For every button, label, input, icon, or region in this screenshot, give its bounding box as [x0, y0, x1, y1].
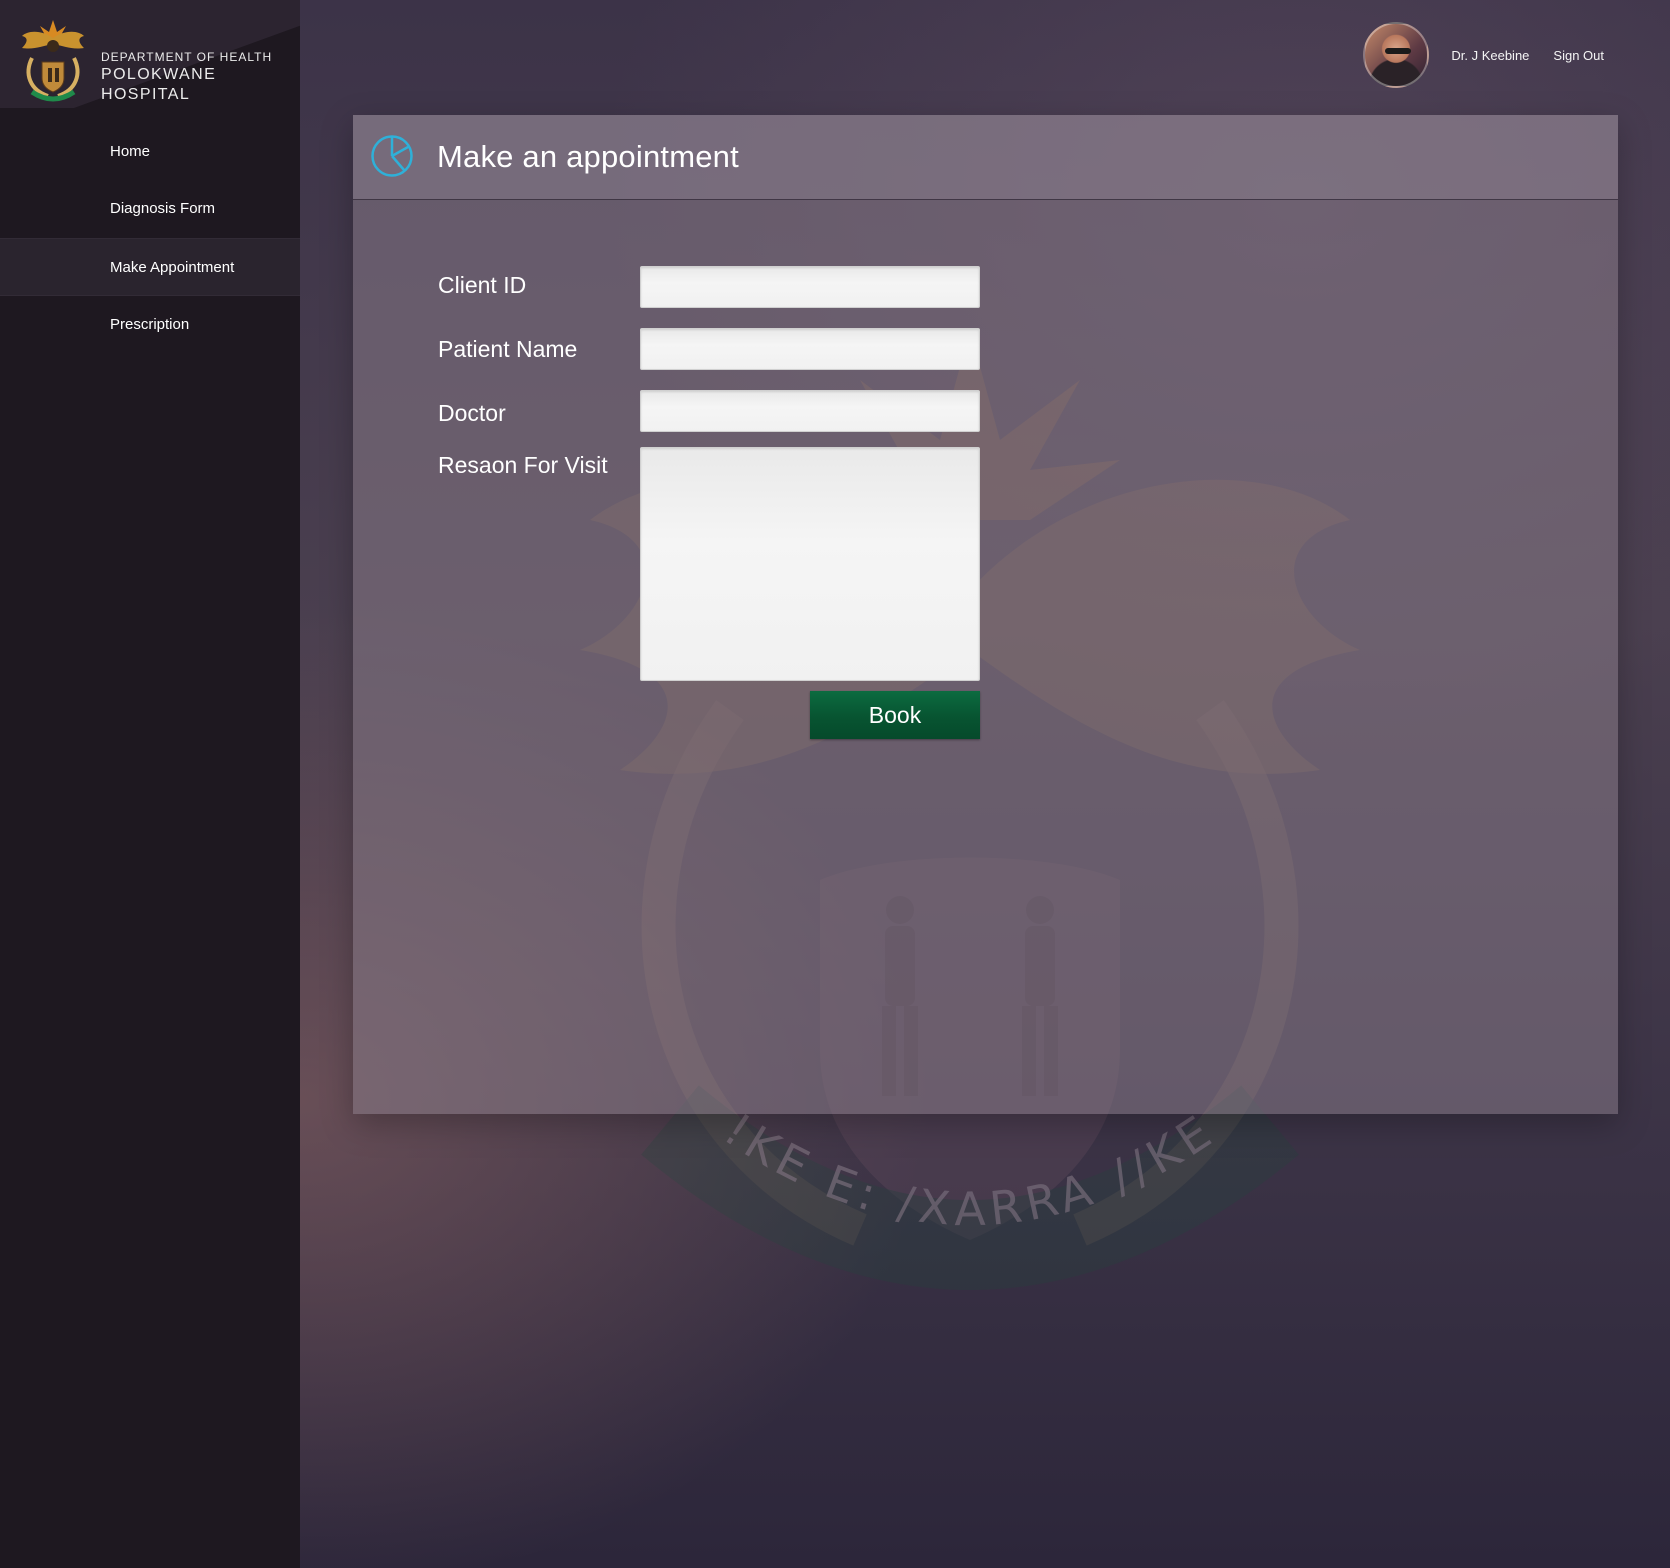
sidebar: Department of Health Polokwane Hospital … — [0, 0, 300, 1568]
panel-header: Make an appointment — [353, 115, 1618, 200]
sign-out-link[interactable]: Sign Out — [1553, 48, 1604, 63]
avatar-glasses — [1385, 48, 1412, 54]
client-id-label: Client ID — [438, 272, 527, 298]
doctor-input[interactable] — [640, 390, 980, 432]
appointment-panel: Make an appointment Client ID Patient Na… — [353, 115, 1618, 1114]
doctor-label: Doctor — [438, 400, 506, 426]
user-name: Dr. J Keebine — [1451, 47, 1530, 63]
book-button[interactable]: Book — [810, 691, 980, 739]
brand: Department of Health Polokwane Hospital — [0, 0, 300, 108]
hospital-name: Polokwane Hospital — [101, 66, 217, 103]
user-area: Dr. J Keebine Sign Out — [1363, 22, 1604, 88]
reason-for-visit-label: Resaon For Visit — [438, 452, 608, 478]
patient-name-input[interactable] — [640, 328, 980, 370]
sidebar-nav: Home Diagnosis Form Make Appointment Pre… — [0, 124, 300, 354]
patient-name-label: Patient Name — [438, 336, 578, 362]
coat-of-arms-logo — [22, 20, 84, 102]
client-id-input[interactable] — [640, 266, 980, 308]
department-name: Department of Health — [101, 50, 273, 64]
avatar[interactable] — [1363, 22, 1430, 88]
sidebar-item-prescription[interactable]: Prescription — [0, 296, 300, 354]
sidebar-item-diagnosis-form[interactable]: Diagnosis Form — [0, 180, 300, 238]
reason-for-visit-textarea[interactable] — [640, 447, 980, 681]
sidebar-item-make-appointment[interactable]: Make Appointment — [0, 238, 300, 296]
clock-icon — [371, 135, 413, 177]
sidebar-item-home[interactable]: Home — [0, 124, 300, 180]
page-title: Make an appointment — [437, 139, 739, 174]
